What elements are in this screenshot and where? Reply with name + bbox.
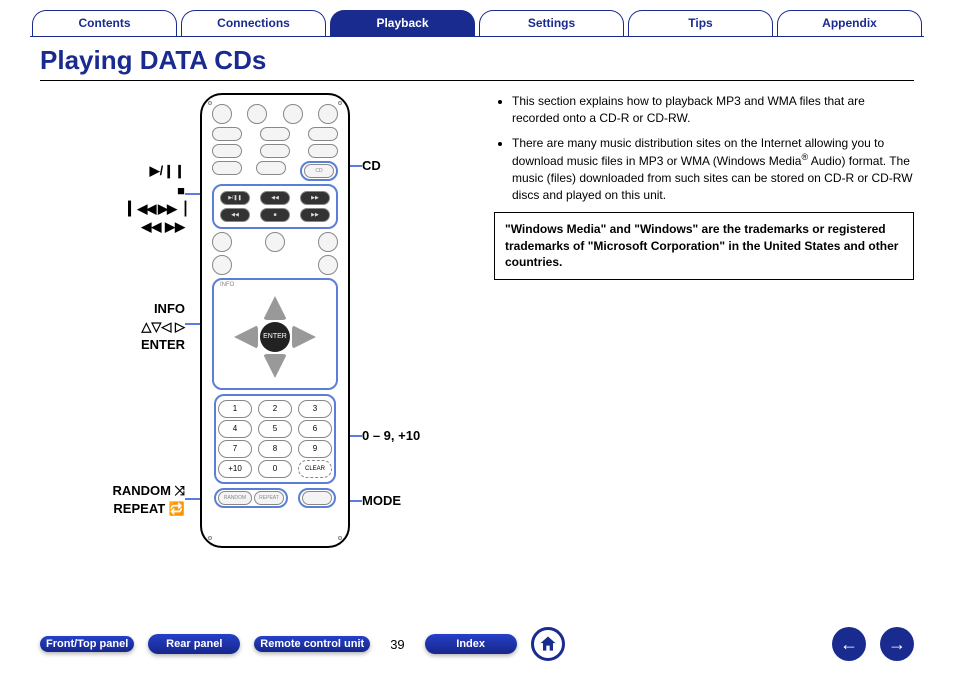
label-arrows: △▽◁ ▷ [40,319,185,335]
label-repeat: REPEAT 🔁 [40,501,185,517]
remote-btn-random: RANDOM [218,491,252,505]
link-index[interactable]: Index [425,634,517,654]
label-random: RANDOM ⤨ [40,483,185,499]
page-title: Playing DATA CDs [40,45,914,76]
label-skip: ▎◀◀ ▶▶▕ [40,201,185,217]
tab-connections[interactable]: Connections [181,10,326,36]
remote-dpad: ENTER [230,292,320,382]
title-rule [40,80,914,81]
label-info: INFO [40,301,185,316]
leader-line [348,435,362,437]
page-number: 39 [390,637,404,652]
remote-btn-info: INFO [220,282,334,288]
tab-underline [30,36,924,37]
label-stop: ■ [40,183,185,198]
next-page-icon[interactable]: → [880,627,914,661]
trademark-notice: "Windows Media" and "Windows" are the tr… [494,212,914,280]
remote-btn-enter: ENTER [260,322,290,352]
label-enter: ENTER [40,337,185,352]
remote-control-illustration: CD ▶/❚❚◀◀▶▶ ◀◀■▶▶ INFO ENTER 123 456 [200,93,350,548]
remote-btn-mode [302,491,332,505]
label-mode: MODE [362,493,401,508]
footer-nav: Front/Top panel Rear panel Remote contro… [0,627,954,661]
leader-line [348,500,362,502]
body-text: This section explains how to playback MP… [494,93,914,563]
remote-btn-repeat: REPEAT [254,491,284,505]
tab-contents[interactable]: Contents [32,10,177,36]
link-rear-panel[interactable]: Rear panel [148,634,240,654]
label-numbers: 0 – 9, +10 [362,428,420,443]
leader-line [348,165,362,167]
link-front-top-panel[interactable]: Front/Top panel [40,636,134,652]
top-tab-nav: Contents Connections Playback Settings T… [0,0,954,36]
tab-appendix[interactable]: Appendix [777,10,922,36]
label-play-pause: ▶/❙❙ [40,163,185,179]
tab-playback[interactable]: Playback [330,10,475,36]
tab-settings[interactable]: Settings [479,10,624,36]
body-bullet-1: This section explains how to playback MP… [512,93,914,127]
remote-diagram-area: ▶/❙❙ ■ ▎◀◀ ▶▶▕ ◀◀ ▶▶ INFO △▽◁ ▷ ENTER RA… [40,93,470,563]
label-cd: CD [362,158,381,173]
body-bullet-2: There are many music distribution sites … [512,135,914,204]
home-icon[interactable] [531,627,565,661]
link-remote-control-unit[interactable]: Remote control unit [254,636,370,652]
remote-btn-cd: CD [304,164,334,178]
label-seek: ◀◀ ▶▶ [40,219,185,235]
tab-tips[interactable]: Tips [628,10,773,36]
remote-numpad: 123 456 789 +100CLEAR [214,394,336,484]
prev-page-icon[interactable]: ← [832,627,866,661]
